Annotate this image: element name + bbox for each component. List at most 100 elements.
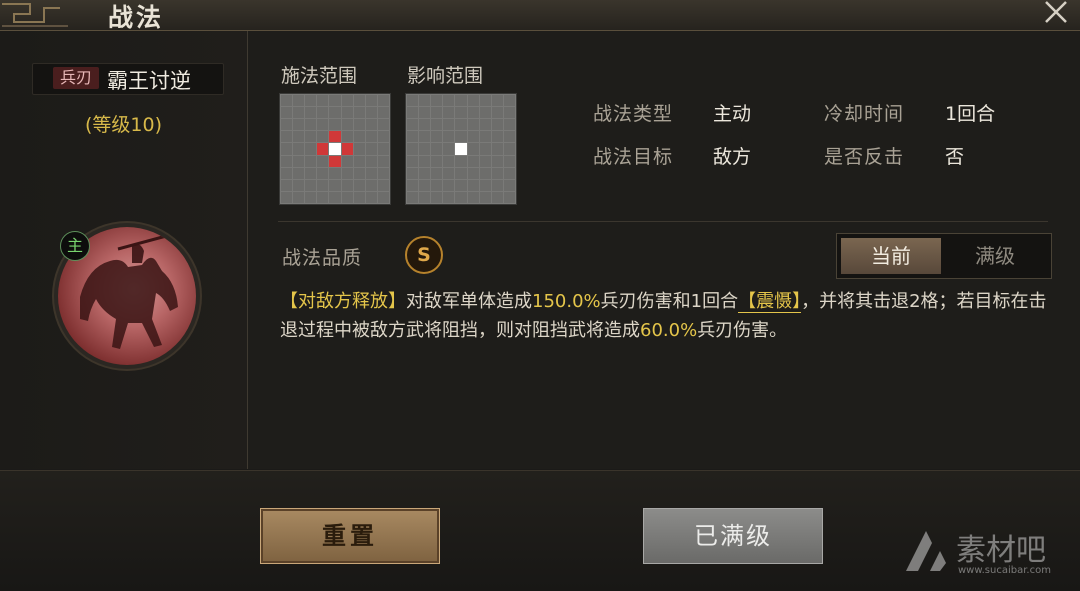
grid-cell — [329, 119, 341, 131]
grid-cell — [353, 167, 365, 179]
grid-cell — [305, 167, 317, 179]
close-icon[interactable] — [1040, 0, 1072, 29]
grid-cell — [419, 155, 431, 167]
skill-description: 【对敌方释放】对敌军单体造成150.0%兵刃伤害和1回合【震慑】，并将其击退2格… — [280, 287, 1060, 345]
grid-cell — [479, 167, 491, 179]
grid-cell — [455, 95, 467, 107]
section-divider — [278, 221, 1048, 222]
grid-cell — [305, 95, 317, 107]
damage-type-badge: 兵刃 — [53, 67, 99, 89]
grid-cell — [281, 155, 293, 167]
grid-cell — [455, 143, 467, 155]
grid-cell — [443, 167, 455, 179]
grid-cell — [281, 107, 293, 119]
grid-cell — [503, 131, 515, 143]
window-title: 战法 — [108, 3, 165, 32]
grid-cell — [281, 143, 293, 155]
grid-cell — [431, 95, 443, 107]
desc-text: 对敌军单体造成 — [406, 291, 532, 312]
skill-type-label: 战法类型 — [593, 103, 674, 125]
grid-cell — [305, 143, 317, 155]
grid-cell — [431, 143, 443, 155]
desc-text: 兵刃伤害和1回合 — [600, 291, 739, 312]
grid-cell — [281, 179, 293, 191]
grid-cell — [467, 179, 479, 191]
grid-cell — [467, 95, 479, 107]
action-bar: 重置 已满级 素材吧 www.sucaibar.com — [0, 470, 1080, 591]
grid-cell — [353, 179, 365, 191]
grid-cell — [377, 143, 389, 155]
grid-cell — [365, 95, 377, 107]
grid-cell — [491, 179, 503, 191]
counterattack-value: 否 — [945, 146, 965, 168]
reset-button[interactable]: 重置 — [260, 508, 440, 564]
grid-cell — [407, 119, 419, 131]
main-role-badge: 主 — [60, 231, 90, 261]
grid-cell — [443, 131, 455, 143]
grid-cell — [491, 107, 503, 119]
grid-cell — [479, 191, 491, 203]
grid-cell — [467, 107, 479, 119]
grid-cell — [317, 107, 329, 119]
grid-cell — [329, 167, 341, 179]
skill-summary-panel: 兵刃 霸王讨逆 (等级10) 主 — [0, 31, 248, 469]
grid-cell — [365, 167, 377, 179]
grid-cell — [341, 119, 353, 131]
grid-cell — [377, 107, 389, 119]
watermark-logo-icon — [906, 531, 946, 571]
grid-cell — [467, 191, 479, 203]
grid-cell — [479, 179, 491, 191]
grid-cell — [365, 119, 377, 131]
grid-cell — [503, 155, 515, 167]
grid-cell — [431, 167, 443, 179]
desc-status-keyword[interactable]: 【震慑】 — [738, 291, 802, 313]
grid-cell — [419, 167, 431, 179]
grid-cell — [353, 155, 365, 167]
grid-cell — [377, 95, 389, 107]
counterattack-label: 是否反击 — [824, 146, 905, 168]
grid-cell — [455, 155, 467, 167]
grid-cell — [407, 95, 419, 107]
grid-cell — [503, 95, 515, 107]
grid-cell — [455, 119, 467, 131]
grid-cell — [491, 143, 503, 155]
grid-cell — [431, 155, 443, 167]
grid-cell — [329, 107, 341, 119]
grid-cell — [293, 155, 305, 167]
grid-cell — [281, 119, 293, 131]
cooldown-label: 冷却时间 — [824, 103, 905, 125]
grid-cell — [467, 143, 479, 155]
grid-cell — [365, 131, 377, 143]
skill-quality-label: 战法品质 — [282, 247, 363, 269]
grid-cell — [455, 167, 467, 179]
grid-cell — [317, 131, 329, 143]
grid-cell — [317, 155, 329, 167]
tab-current[interactable]: 当前 — [841, 238, 941, 274]
grid-cell — [329, 155, 341, 167]
grid-cell — [329, 179, 341, 191]
grid-cell — [305, 107, 317, 119]
grid-cell — [353, 131, 365, 143]
grid-cell — [503, 119, 515, 131]
grid-cell — [281, 191, 293, 203]
grid-cell — [377, 155, 389, 167]
grid-cell — [467, 155, 479, 167]
grid-cell — [443, 119, 455, 131]
grid-cell — [419, 191, 431, 203]
grid-cell — [305, 155, 317, 167]
grid-cell — [365, 143, 377, 155]
grid-cell — [455, 107, 467, 119]
grid-cell — [377, 131, 389, 143]
grid-cell — [341, 179, 353, 191]
watermark-url: www.sucaibar.com — [958, 565, 1051, 576]
grid-cell — [443, 107, 455, 119]
grid-cell — [443, 155, 455, 167]
cooldown-value: 1回合 — [945, 103, 996, 125]
grid-cell — [293, 143, 305, 155]
grid-cell — [317, 143, 329, 155]
skill-target-value: 敌方 — [713, 146, 752, 168]
grid-cell — [455, 179, 467, 191]
grid-cell — [377, 191, 389, 203]
tab-max-level[interactable]: 满级 — [945, 238, 1045, 274]
grid-cell — [455, 131, 467, 143]
